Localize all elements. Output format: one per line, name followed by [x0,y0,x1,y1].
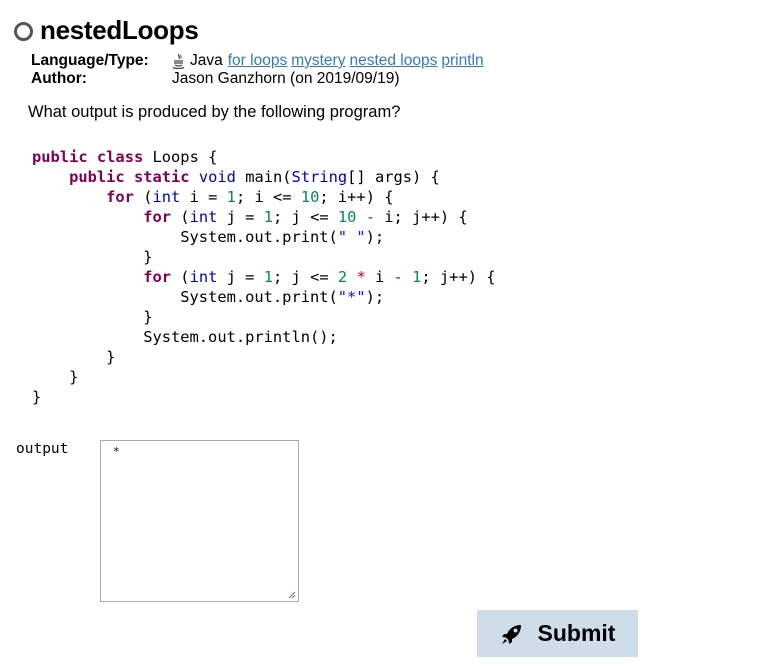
tag-link-nested-loops[interactable]: nested loops [349,52,437,70]
problem-header: nestedLoops [14,12,199,48]
problem-title: nestedLoops [40,14,199,45]
output-text: * [113,445,120,458]
code-line: for (int j = 1; j <= 10 - i; j++) { [143,208,468,226]
tag-link-mystery[interactable]: mystery [291,52,345,70]
code-line: } [32,348,116,366]
code-line: } [32,308,153,326]
code-line: } [32,368,79,386]
submit-button[interactable]: Submit [477,610,638,657]
output-textarea[interactable]: * [100,440,299,602]
code-line: public static void main(String[] args) { [69,168,440,186]
language-label: Language/Type: [31,52,149,69]
status-circle-icon [14,21,33,41]
java-icon [172,53,185,69]
language-value: Java for loops mystery nested loops prin… [172,52,484,70]
author-value: Jason Ganzhorn (on 2019/09/19) [172,70,400,87]
output-label: output [16,441,69,457]
code-line: } [32,388,42,406]
problem-meta: Language/Type: Java for loops mystery ne… [31,52,484,88]
language-row: Language/Type: Java for loops mystery ne… [31,52,484,70]
question-text: What output is produced by the following… [28,103,401,121]
tag-link-for-loops[interactable]: for loops [228,52,287,70]
code-line: System.out.print(" "); [32,228,385,246]
code-line: System.out.print("*"); [32,288,385,306]
tag-link-println[interactable]: println [441,52,483,70]
code-line: public class Loops { [32,148,218,166]
code-line: for (int j = 1; j <= 2 * i - 1; j++) { [143,268,496,286]
resize-handle-icon[interactable] [288,591,296,599]
author-row: Author: Jason Ganzhorn (on 2019/09/19) [31,70,484,88]
submit-label: Submit [537,620,616,646]
code-line: for (int i = 1; i <= 10; i++) { [106,188,394,206]
code-line: } [32,248,153,266]
author-label: Author: [31,70,87,87]
code-line: System.out.println(); [32,328,338,346]
language-name: Java [190,52,223,69]
code-block: public class Loops { public static void … [32,147,496,407]
rocket-icon [501,624,521,644]
